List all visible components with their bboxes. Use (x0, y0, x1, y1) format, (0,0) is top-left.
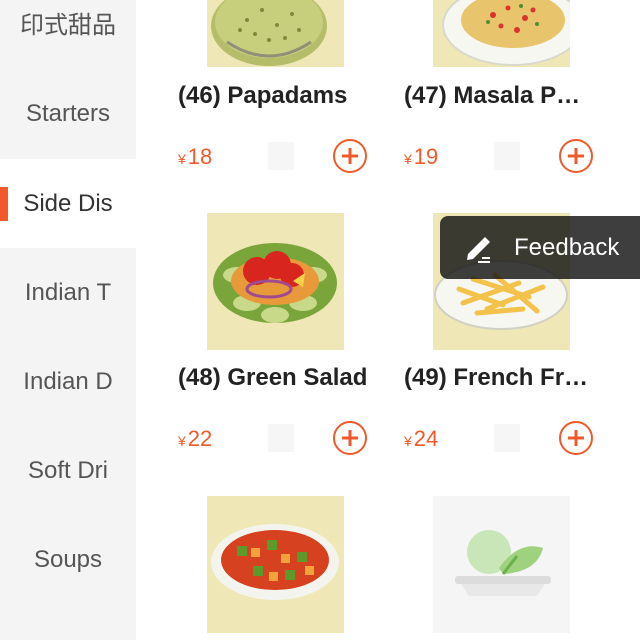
sidebar-item-label: 印式甜品 (20, 12, 116, 39)
add-to-cart-button[interactable] (559, 139, 593, 173)
sidebar-item-label: Indian D (23, 367, 113, 395)
category-sidebar: 印式甜品 Starters Side Dis Indian T Indian D… (0, 0, 136, 640)
currency-symbol: ¥ (178, 433, 186, 449)
currency-symbol: ¥ (404, 151, 412, 167)
add-to-cart-button[interactable] (333, 139, 367, 173)
sidebar-item-label: Soft Dri (27, 456, 108, 484)
sidebar-item-label: Side Dis (23, 189, 113, 217)
sidebar-item-starters[interactable]: Starters (0, 69, 136, 158)
quantity-placeholder (268, 142, 294, 170)
sidebar-item-indian-dishes[interactable]: Indian D (0, 337, 136, 426)
sidebar-item-label: Indian T (24, 278, 112, 306)
sidebar-item-label: Starters (25, 99, 111, 127)
feedback-label: Feedback (514, 233, 620, 261)
product-image-papadams[interactable] (207, 0, 344, 67)
sidebar-item-indian-desserts[interactable]: 印式甜品 (0, 0, 136, 67)
product-image-masala-papad[interactable] (433, 0, 570, 67)
sidebar-item-indian-tandoori[interactable]: Indian T (0, 248, 136, 337)
product-price: ¥22 (178, 426, 212, 452)
quantity-placeholder (494, 142, 520, 170)
product-name[interactable]: (49) French Fr… (404, 364, 594, 392)
product-name[interactable]: (47) Masala P… (404, 82, 594, 110)
currency-symbol: ¥ (178, 151, 186, 167)
price-value: 22 (187, 426, 213, 451)
product-image-mixed-salad[interactable] (207, 496, 344, 633)
product-image-green-salad[interactable] (207, 213, 344, 350)
price-value: 24 (413, 426, 439, 451)
product-price: ¥18 (178, 144, 212, 170)
add-to-cart-button[interactable] (559, 421, 593, 455)
product-price: ¥19 (404, 144, 438, 170)
feedback-button[interactable]: Feedback (440, 216, 640, 279)
quantity-placeholder (494, 424, 520, 452)
price-value: 19 (413, 144, 439, 169)
sidebar-item-label: Soups (33, 545, 103, 573)
edit-icon (458, 228, 498, 268)
product-image-placeholder-salad[interactable] (433, 496, 570, 633)
product-price: ¥24 (404, 426, 438, 452)
product-name[interactable]: (46) Papadams (178, 82, 383, 110)
price-value: 18 (187, 144, 213, 169)
currency-symbol: ¥ (404, 433, 412, 449)
sidebar-item-soups[interactable]: Soups (0, 515, 136, 604)
sidebar-item-side-dishes[interactable]: Side Dis (0, 159, 136, 248)
add-to-cart-button[interactable] (333, 421, 367, 455)
product-name[interactable]: (48) Green Salad (178, 364, 383, 392)
quantity-placeholder (268, 424, 294, 452)
sidebar-item-soft-drinks[interactable]: Soft Dri (0, 426, 136, 515)
